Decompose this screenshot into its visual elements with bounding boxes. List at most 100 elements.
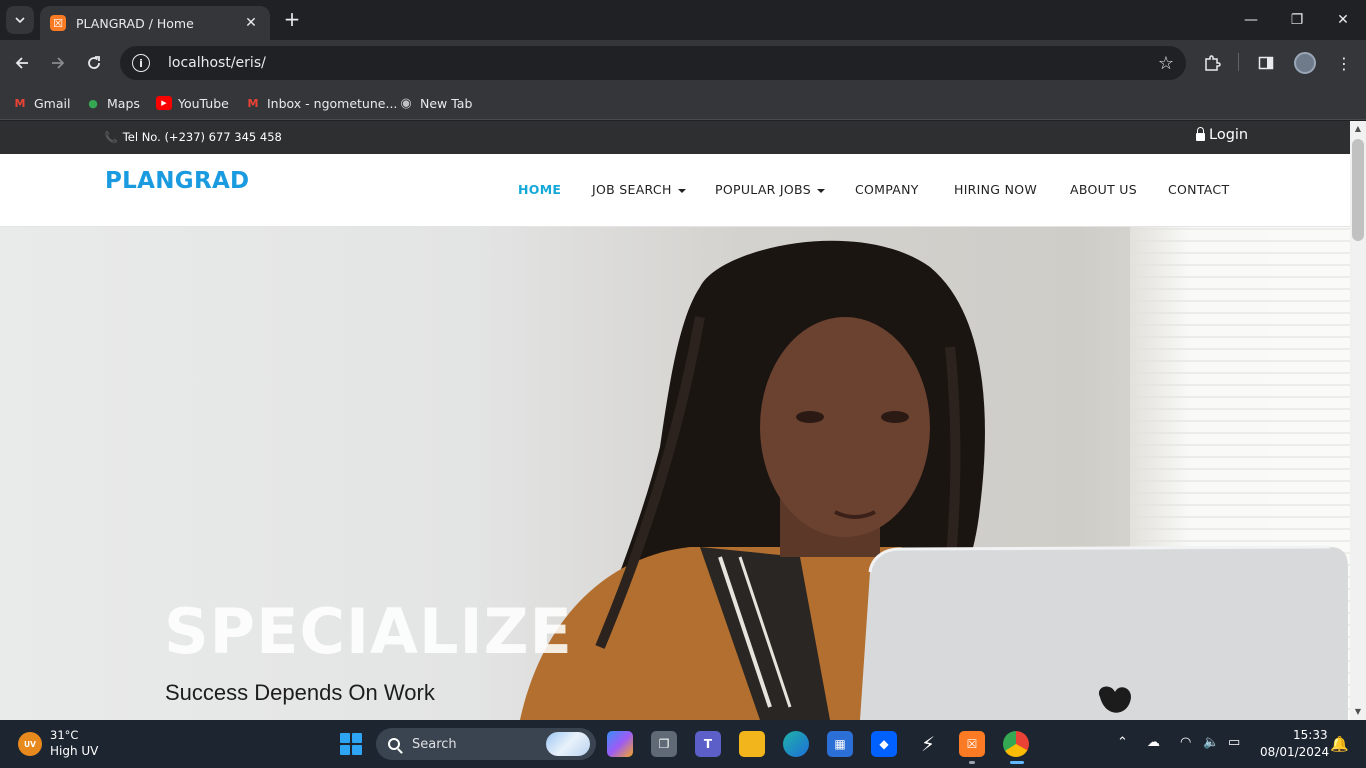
gmail-icon: M [14, 96, 26, 110]
xampp-favicon-icon: ☒ [50, 15, 66, 31]
nav-company[interactable]: COMPANY [855, 182, 919, 197]
page-scrollbar[interactable]: ▲ ▼ [1350, 121, 1366, 720]
chevron-down-icon [15, 17, 25, 23]
nav-label: POPULAR JOBS [715, 182, 811, 197]
search-highlight-art [546, 732, 590, 756]
nav-job-search[interactable]: JOB SEARCH [592, 182, 686, 197]
chrome-icon[interactable] [1003, 731, 1029, 757]
browser-tab-active[interactable]: ☒ PLANGRAD / Home ✕ [40, 6, 270, 40]
toolbar-divider [1238, 53, 1239, 71]
taskbar-search[interactable]: Search [376, 728, 596, 760]
side-panel-icon[interactable] [1254, 51, 1278, 75]
maps-icon: ● [88, 96, 98, 110]
bookmark-label: YouTube [178, 95, 229, 111]
swift-icon[interactable]: ⚡ [915, 731, 941, 757]
gmail-icon: M [247, 96, 259, 110]
phone-icon: 📞 [104, 130, 118, 144]
bookmark-youtube[interactable]: ▶ YouTube [156, 92, 229, 114]
close-tab-icon[interactable]: ✕ [242, 15, 260, 31]
hero-banner: SPECIALIZE Success Depends On Work [0, 227, 1350, 720]
app-running-indicator [969, 761, 975, 764]
nav-label: JOB SEARCH [592, 182, 672, 197]
bookmark-label: New Tab [420, 95, 473, 111]
login-label: Login [1209, 127, 1249, 143]
scroll-up-icon[interactable]: ▲ [1354, 125, 1362, 133]
nav-home[interactable]: HOME [518, 182, 561, 197]
tab-search-button[interactable] [6, 6, 34, 34]
youtube-icon: ▶ [156, 96, 172, 110]
tab-title: PLANGRAD / Home [76, 15, 194, 31]
file-explorer-icon[interactable] [739, 731, 765, 757]
forward-button[interactable] [44, 49, 72, 77]
url-text[interactable]: localhost/eris/ [168, 55, 1158, 71]
site-logo[interactable]: PLANGRAD [105, 168, 249, 194]
bookmarks-bar: M Gmail ● Maps ▶ YouTube M Inbox - ngome… [0, 86, 1366, 120]
scroll-down-icon[interactable]: ▼ [1354, 708, 1362, 716]
notification-bell-icon[interactable]: 🔔 [1330, 735, 1349, 753]
bookmark-new-tab[interactable]: ◉ New Tab [398, 92, 472, 114]
xampp-icon[interactable]: ☒ [959, 731, 985, 757]
extensions-icon[interactable] [1200, 51, 1224, 75]
caret-down-icon [677, 188, 686, 193]
reload-icon [88, 56, 100, 69]
page-viewport: 📞 Tel No. (+237) 677 345 458 Login PLANG… [0, 121, 1366, 720]
task-view-icon[interactable]: ❐ [651, 731, 677, 757]
nav-hiring-now[interactable]: HIRING NOW [954, 182, 1037, 197]
edge-icon[interactable] [783, 731, 809, 757]
nav-about-us[interactable]: ABOUT US [1070, 182, 1137, 197]
weather-uv-icon[interactable]: UV [18, 732, 42, 756]
weather-description[interactable]: High UV [50, 744, 98, 758]
nav-popular-jobs[interactable]: POPULAR JOBS [715, 182, 825, 197]
site-navbar: PLANGRAD HOME JOB SEARCH POPULAR JOBS CO… [0, 154, 1350, 227]
windows-taskbar: UV 31°C High UV Search ❐ T ▦ ◆ ⚡ ☒ ⌃ ☁ ◠… [0, 720, 1366, 768]
close-window-button[interactable]: ✕ [1320, 0, 1366, 40]
onedrive-cloud-icon[interactable]: ☁ [1147, 735, 1160, 750]
bookmark-star-icon[interactable]: ☆ [1158, 53, 1174, 74]
site-info-icon[interactable]: i [132, 54, 150, 72]
hero-title: SPECIALIZE [164, 595, 573, 668]
store-icon[interactable]: ▦ [827, 731, 853, 757]
bookmark-maps[interactable]: ● Maps [85, 92, 140, 114]
chevron-up-icon[interactable]: ⌃ [1117, 735, 1128, 750]
profile-avatar[interactable] [1294, 52, 1316, 74]
bookmark-label: Inbox - ngometune... [267, 95, 398, 111]
reload-button[interactable] [80, 49, 108, 77]
phone-text: Tel No. (+237) 677 345 458 [122, 130, 282, 144]
clock-time[interactable]: 15:33 [1293, 728, 1328, 742]
site-topbar: 📞 Tel No. (+237) 677 345 458 Login [0, 121, 1350, 154]
browser-tabstrip: ☒ PLANGRAD / Home ✕ + — ❐ ✕ [0, 0, 1366, 40]
browser-toolbar: i localhost/eris/ ☆ ⋮ [0, 40, 1366, 86]
address-bar[interactable]: i localhost/eris/ ☆ [120, 46, 1186, 80]
arrow-left-icon [15, 57, 28, 69]
back-button[interactable] [8, 49, 36, 77]
copilot-icon[interactable] [607, 731, 633, 757]
globe-icon: ◉ [400, 95, 412, 111]
clock-date[interactable]: 08/01/2024 [1260, 745, 1329, 759]
windows-start-icon[interactable] [340, 733, 362, 755]
bookmark-label: Gmail [34, 95, 71, 111]
login-link[interactable]: Login [1196, 127, 1248, 143]
nav-contact[interactable]: CONTACT [1168, 182, 1229, 197]
hero-subtitle: Success Depends On Work [165, 680, 435, 705]
dropbox-icon[interactable]: ◆ [871, 731, 897, 757]
taskbar-search-label: Search [412, 736, 457, 752]
caret-down-icon [816, 188, 825, 193]
bookmark-inbox[interactable]: M Inbox - ngometune... [245, 92, 398, 114]
volume-icon[interactable]: 🔈 [1203, 735, 1219, 750]
bookmark-label: Maps [107, 95, 140, 111]
weather-temperature[interactable]: 31°C [50, 728, 78, 742]
teams-icon[interactable]: T [695, 731, 721, 757]
scrollbar-thumb[interactable] [1352, 139, 1364, 241]
new-tab-button[interactable]: + [280, 8, 304, 32]
arrow-right-icon [52, 57, 65, 69]
bookmark-gmail[interactable]: M Gmail [12, 92, 71, 114]
app-active-indicator [1010, 761, 1024, 764]
chrome-menu-icon[interactable]: ⋮ [1332, 51, 1356, 75]
wifi-icon[interactable]: ◠ [1180, 735, 1191, 750]
search-icon [388, 738, 400, 750]
battery-icon[interactable]: ▭ [1228, 735, 1240, 750]
restore-button[interactable]: ❐ [1274, 0, 1320, 40]
contact-phone: 📞 Tel No. (+237) 677 345 458 [104, 130, 282, 144]
minimize-button[interactable]: — [1228, 0, 1274, 40]
lock-icon [1196, 127, 1205, 141]
